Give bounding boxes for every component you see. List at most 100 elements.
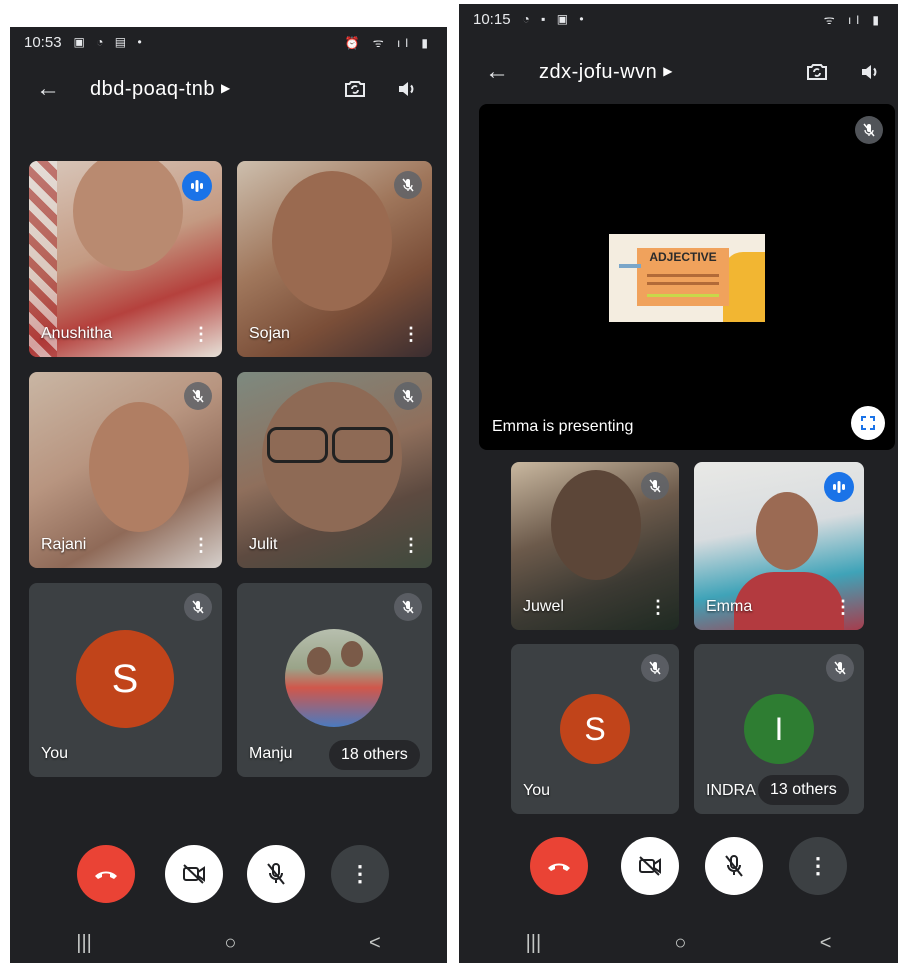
mic-off-icon <box>394 382 422 410</box>
shared-slide: ADJECTIVE <box>609 234 765 322</box>
participant-tile-you[interactable]: S You <box>29 583 222 777</box>
slide-line <box>619 264 641 268</box>
recents-icon[interactable]: ||| <box>76 932 92 955</box>
mic-off-icon <box>826 654 854 682</box>
presenting-caption: Emma is presenting <box>492 418 634 435</box>
photo-face <box>307 647 331 675</box>
speaker-icon[interactable] <box>394 76 420 102</box>
more-options-icon[interactable]: ⋮ <box>834 598 852 616</box>
video-face <box>551 470 641 580</box>
mic-off-icon <box>184 382 212 410</box>
participant-tile-sojan[interactable]: Sojan ⋮ <box>237 161 432 357</box>
left-phone-screen: 10:53 ▣ ◔ ▤ • ⏰ ᯤ ıl ▮ ← dbd-poaq-tnb ▶ A… <box>10 27 447 963</box>
others-count: 18 others <box>341 746 408 763</box>
mic-off-icon <box>641 472 669 500</box>
end-call-button[interactable] <box>530 837 588 895</box>
app-bar: ← zdx-jofu-wvn ▶ <box>459 52 898 92</box>
mic-off-icon <box>184 593 212 621</box>
participant-tile-rajani[interactable]: Rajani ⋮ <box>29 372 222 568</box>
speaker-icon[interactable] <box>857 59 883 85</box>
glasses-left <box>267 427 328 463</box>
slide-text-line <box>647 282 719 285</box>
profile-photo <box>285 629 383 727</box>
video-face <box>89 402 189 532</box>
participant-name: Juwel <box>523 598 564 615</box>
fullscreen-button[interactable] <box>851 406 885 440</box>
avatar: S <box>76 630 174 728</box>
status-time: 10:53 <box>24 33 62 51</box>
participant-tile-julit[interactable]: Julit ⋮ <box>237 372 432 568</box>
home-icon[interactable]: ○ <box>224 932 236 955</box>
caret-right-icon: ▶ <box>220 80 231 95</box>
back-arrow-icon[interactable]: ← <box>36 75 60 103</box>
meeting-title[interactable]: zdx-jofu-wvn ▶ <box>539 61 673 84</box>
participant-tile-you[interactable]: S You <box>511 644 679 814</box>
mic-off-icon <box>641 654 669 682</box>
others-count-chip[interactable]: 18 others <box>329 740 420 770</box>
presentation-tile[interactable]: ADJECTIVE Emma is presenting <box>479 104 895 450</box>
end-call-button[interactable] <box>77 845 135 903</box>
android-nav-bar: ||| ○ < <box>459 923 898 963</box>
status-time: 10:15 <box>473 10 511 28</box>
more-options-icon[interactable]: ⋮ <box>402 325 420 343</box>
slide-decoration <box>723 252 765 322</box>
speaking-indicator-icon <box>824 472 854 502</box>
participant-tile-anushitha[interactable]: Anushitha ⋮ <box>29 161 222 357</box>
mic-off-button[interactable] <box>247 845 305 903</box>
participant-tile-emma[interactable]: Emma ⋮ <box>694 462 864 630</box>
slide-text-line <box>647 294 719 297</box>
speaking-indicator-icon <box>182 171 212 201</box>
participant-name: Anushitha <box>41 325 113 342</box>
video-face <box>756 492 818 570</box>
back-nav-icon[interactable]: < <box>820 932 832 955</box>
system-icons: ⏰ ᯤ ıl ▮ <box>344 35 433 50</box>
video-face <box>73 161 183 271</box>
avatar: S <box>560 694 630 764</box>
slide-text-line <box>647 274 719 277</box>
more-options-button[interactable]: ⋮ <box>331 845 389 903</box>
mic-off-icon <box>855 116 883 144</box>
participant-name: Julit <box>249 536 278 553</box>
more-options-icon[interactable]: ⋮ <box>402 536 420 554</box>
mic-off-button[interactable] <box>705 837 763 895</box>
more-options-icon[interactable]: ⋮ <box>649 598 667 616</box>
notification-icons: ◔ ▪ ▣ • <box>522 12 588 26</box>
more-options-button[interactable]: ⋮ <box>789 837 847 895</box>
status-bar: 10:53 ▣ ◔ ▤ • ⏰ ᯤ ıl ▮ <box>10 27 447 57</box>
participant-name: INDRA <box>706 782 756 799</box>
mic-off-icon <box>394 171 422 199</box>
slide-title: ADJECTIVE <box>649 250 717 264</box>
mic-off-icon <box>394 593 422 621</box>
meeting-title[interactable]: dbd-poaq-tnb ▶ <box>90 78 231 101</box>
video-face <box>272 171 392 311</box>
system-icons: ᯤ ıl ▮ <box>823 12 884 27</box>
home-icon[interactable]: ○ <box>674 932 686 955</box>
glasses-right <box>332 427 393 463</box>
more-options-icon[interactable]: ⋮ <box>192 325 210 343</box>
status-bar: 10:15 ◔ ▪ ▣ • ᯤ ıl ▮ <box>459 4 898 34</box>
participant-name: Sojan <box>249 325 290 342</box>
android-nav-bar: ||| ○ < <box>10 923 447 963</box>
back-arrow-icon[interactable]: ← <box>485 58 509 86</box>
participant-name: Rajani <box>41 536 87 553</box>
switch-camera-icon[interactable] <box>342 76 368 102</box>
caret-right-icon: ▶ <box>663 63 673 78</box>
right-phone-screen: 10:15 ◔ ▪ ▣ • ᯤ ıl ▮ ← zdx-jofu-wvn ▶ ADJ… <box>459 4 898 963</box>
camera-off-button[interactable] <box>621 837 679 895</box>
notification-icons: ▣ ◔ ▤ • <box>73 35 146 49</box>
participant-tile-manju[interactable]: Manju 18 others <box>237 583 432 777</box>
participant-name: You <box>41 745 68 762</box>
recents-icon[interactable]: ||| <box>526 932 542 955</box>
camera-off-button[interactable] <box>165 845 223 903</box>
participant-tile-juwel[interactable]: Juwel ⋮ <box>511 462 679 630</box>
fullscreen-icon <box>861 416 875 430</box>
switch-camera-icon[interactable] <box>804 59 830 85</box>
others-count-chip[interactable]: 13 others <box>758 775 849 805</box>
photo-face <box>341 641 363 667</box>
back-nav-icon[interactable]: < <box>369 932 381 955</box>
more-options-icon[interactable]: ⋮ <box>192 536 210 554</box>
avatar: I <box>744 694 814 764</box>
meeting-code: zdx-jofu-wvn <box>539 60 658 83</box>
participant-name: You <box>523 782 550 799</box>
participant-tile-indra[interactable]: I INDRA 13 others <box>694 644 864 814</box>
